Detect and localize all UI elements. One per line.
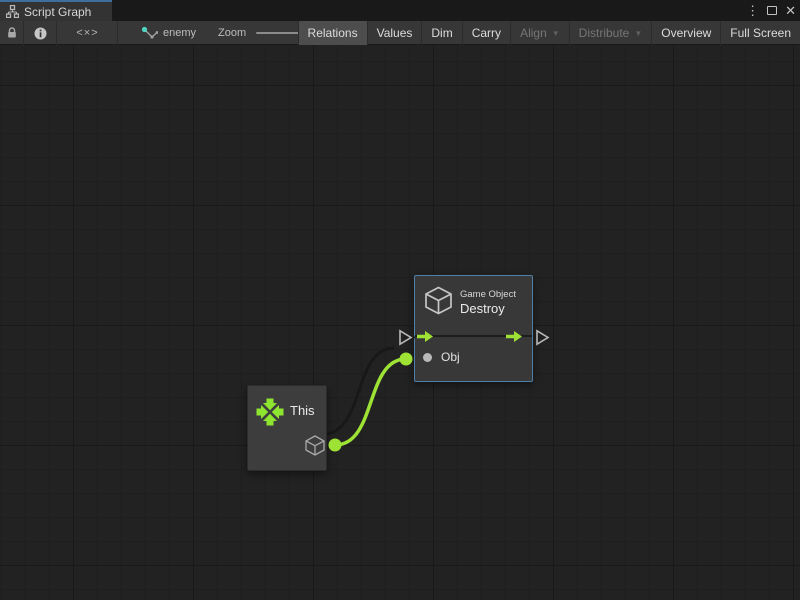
- graph-toolbar: <×> enemy Zoom 1x Relations Values Dim C…: [0, 21, 800, 45]
- control-input-triangle-port[interactable]: [400, 331, 411, 344]
- control-input-arrow-icon[interactable]: [417, 330, 434, 348]
- zoom-label: Zoom: [218, 27, 246, 39]
- chevron-down-icon: ▼: [552, 29, 560, 38]
- relations-button[interactable]: Relations: [298, 21, 367, 45]
- node-title: This: [290, 403, 315, 418]
- connection-endpoint[interactable]: [400, 353, 413, 366]
- maximize-icon[interactable]: [767, 6, 777, 15]
- distribute-dropdown[interactable]: Distribute ▼: [569, 21, 652, 45]
- values-button[interactable]: Values: [367, 21, 422, 45]
- graph-asset-icon: [141, 26, 158, 41]
- connection-layer: [0, 45, 800, 600]
- control-output-arrow-icon[interactable]: [506, 330, 523, 348]
- game-object-cube-icon: [424, 286, 453, 320]
- node-destroy[interactable]: Game Object Destroy Obj: [414, 275, 533, 382]
- tab-title: Script Graph: [24, 5, 91, 19]
- code-view-button[interactable]: <×>: [58, 21, 118, 45]
- toolbar-button-group: Relations Values Dim Carry Align ▼ Distr…: [298, 21, 800, 45]
- self-output-port-cube-icon[interactable]: [305, 435, 325, 461]
- connection-endpoint[interactable]: [329, 439, 342, 452]
- obj-port-label: Obj: [441, 350, 460, 364]
- info-icon: [34, 27, 47, 40]
- overview-button[interactable]: Overview: [651, 21, 720, 45]
- window-menu-icon[interactable]: ⋮: [746, 0, 759, 21]
- title-bar: Script Graph ⋮ ✕: [0, 0, 800, 21]
- code-icon: <×>: [76, 27, 98, 39]
- chevron-down-icon: ▼: [634, 29, 642, 38]
- connection-shadow-layer: [0, 45, 800, 600]
- node-title: Destroy: [460, 301, 505, 316]
- info-button[interactable]: [25, 21, 57, 45]
- graph-hierarchy-icon: [6, 5, 19, 18]
- control-output-triangle-port[interactable]: [537, 331, 548, 344]
- close-icon[interactable]: ✕: [785, 0, 796, 21]
- lock-icon: [6, 27, 18, 39]
- graph-canvas[interactable]: Game Object Destroy Obj: [0, 45, 800, 600]
- lock-button[interactable]: [0, 21, 24, 45]
- dim-button[interactable]: Dim: [421, 21, 461, 45]
- graph-name-label: enemy: [163, 27, 196, 39]
- value-connection[interactable]: [335, 359, 406, 445]
- this-compress-icon: [256, 398, 284, 431]
- carry-button[interactable]: Carry: [462, 21, 510, 45]
- obj-input-port[interactable]: [423, 353, 432, 362]
- fullscreen-button[interactable]: Full Screen: [720, 21, 800, 45]
- tab-script-graph[interactable]: Script Graph: [0, 0, 112, 21]
- graph-reference[interactable]: enemy: [133, 21, 204, 45]
- node-this[interactable]: This: [247, 385, 327, 471]
- node-category: Game Object: [460, 289, 516, 300]
- align-dropdown[interactable]: Align ▼: [510, 21, 569, 45]
